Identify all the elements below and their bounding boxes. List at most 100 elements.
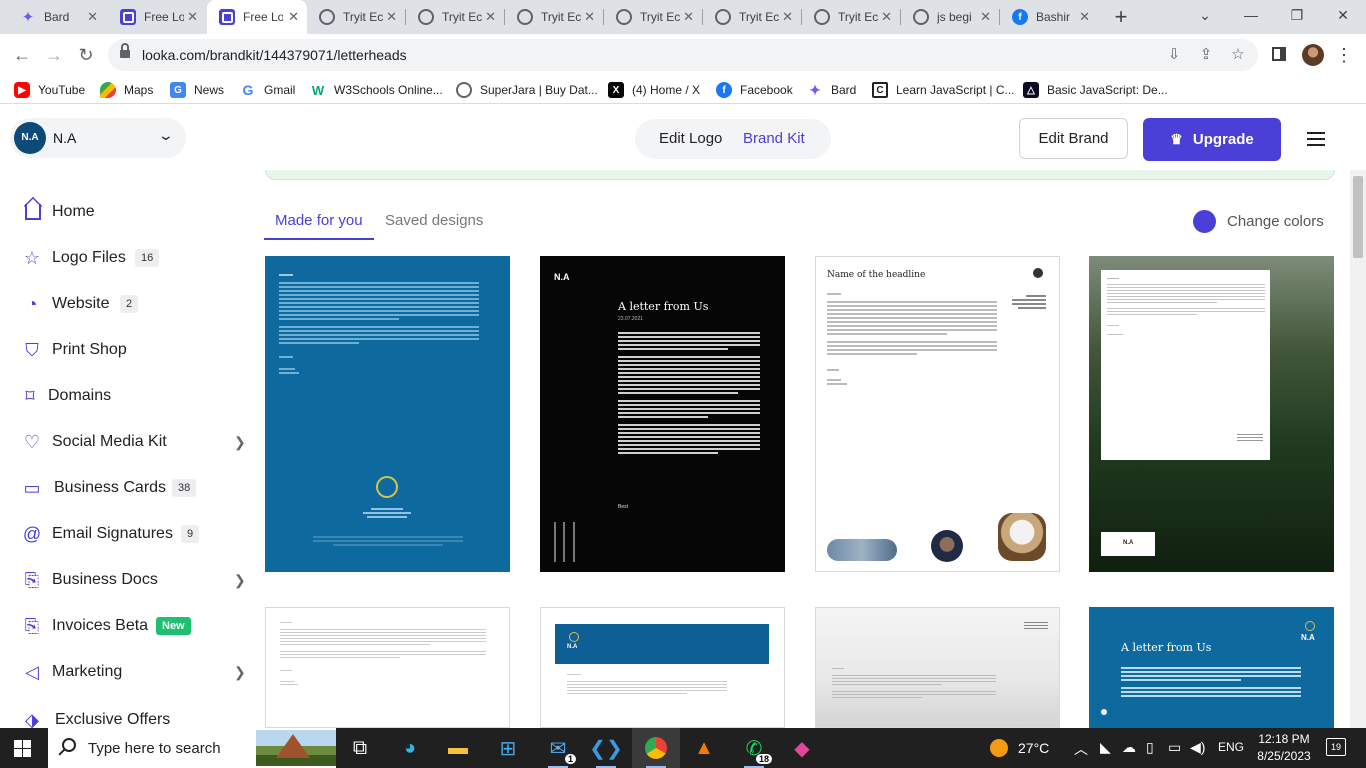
hamburger-menu-icon[interactable] (1307, 132, 1325, 146)
bookmark-superjara[interactable]: SuperJara | Buy Dat... (456, 80, 598, 100)
page-scrollbar[interactable] (1350, 170, 1366, 728)
bookmark-bard[interactable]: ✦ Bard (807, 80, 856, 100)
paint-icon[interactable]: ◆ (778, 728, 826, 768)
tab-search-chevron-icon[interactable]: ⌄ (1182, 0, 1228, 30)
close-icon[interactable]: ✕ (683, 9, 694, 25)
browser-tab[interactable]: Free Lo ✕ (108, 0, 206, 34)
sidebar-item-domains[interactable]: ⌑ Domains (0, 376, 262, 416)
close-icon[interactable]: ✕ (980, 9, 991, 25)
volume-icon[interactable]: ◀) (1190, 739, 1205, 756)
close-icon[interactable]: ✕ (485, 9, 496, 25)
clock-time[interactable]: 12:18 PM (1258, 732, 1310, 746)
edit-brand-button[interactable]: Edit Brand (1019, 118, 1128, 159)
language-indicator[interactable]: ENG (1218, 740, 1244, 754)
close-icon[interactable]: ✕ (187, 9, 198, 25)
file-explorer-icon[interactable]: ▬ (434, 728, 482, 768)
lock-icon[interactable] (120, 43, 130, 60)
vscode-icon[interactable]: ❮❯ (582, 728, 630, 768)
power-icon[interactable]: ▭ (1168, 739, 1181, 756)
browser-tab[interactable]: Tryit Ec ✕ (604, 0, 702, 34)
bookmark-basic-js[interactable]: △ Basic JavaScript: De... (1023, 80, 1168, 100)
bookmark-facebook[interactable]: f Facebook (716, 80, 793, 100)
browser-tab[interactable]: Tryit Ec ✕ (406, 0, 504, 34)
close-icon[interactable]: ✕ (782, 9, 793, 25)
bookmark-youtube[interactable]: ▶ YouTube (14, 80, 85, 100)
close-icon[interactable]: ✕ (881, 9, 892, 25)
letterhead-card[interactable]: N.A (540, 607, 785, 728)
whatsapp-icon[interactable]: ✆ 18 (730, 728, 778, 768)
edge-icon[interactable]: ◕ (386, 728, 434, 768)
sidebar-item-exclusive-offers[interactable]: ⬗ Exclusive Offers (0, 700, 262, 728)
letterhead-card[interactable]: N.A (1089, 256, 1334, 572)
share-icon[interactable]: ⇪ (1196, 45, 1216, 65)
task-view-icon[interactable]: ⧉ (336, 728, 384, 768)
network-icon[interactable]: ◣ (1100, 739, 1111, 756)
letterhead-card[interactable] (265, 607, 510, 728)
close-icon[interactable]: ✕ (584, 9, 595, 25)
sidebar-item-marketing[interactable]: ◁ Marketing ❯ (0, 652, 262, 692)
back-button[interactable]: ← (9, 42, 35, 68)
chevron-up-icon[interactable]: ︿ (1074, 739, 1088, 759)
side-panel-icon[interactable] (1272, 47, 1286, 61)
close-icon[interactable]: ✕ (87, 9, 98, 25)
sidebar-item-home[interactable]: Home (0, 192, 262, 232)
scrollbar-thumb[interactable] (1353, 176, 1363, 258)
change-colors-button[interactable]: Change colors (1193, 209, 1324, 233)
bookmark-gmail[interactable]: G Gmail (240, 80, 296, 100)
vlc-icon[interactable]: ▲ (680, 728, 728, 768)
browser-menu-icon[interactable]: ⋮ (1334, 42, 1354, 68)
store-icon[interactable]: ⊞ (484, 728, 532, 768)
close-icon[interactable]: ✕ (386, 9, 397, 25)
weather-widget[interactable]: 27°C (990, 738, 1049, 758)
reload-button[interactable]: ↻ (73, 42, 99, 68)
windows-start-icon[interactable] (14, 740, 31, 757)
clock-date[interactable]: 8/25/2023 (1254, 749, 1314, 763)
sidebar-item-business-cards[interactable]: ▭ Business Cards 38 (0, 468, 262, 508)
forward-button[interactable]: → (41, 42, 67, 68)
bookmark-star-icon[interactable]: ☆ (1228, 45, 1248, 65)
browser-tab[interactable]: Tryit Ec ✕ (703, 0, 801, 34)
sidebar-item-business-docs[interactable]: ⎘ Business Docs ❯ (0, 560, 262, 600)
close-window-button[interactable]: ✕ (1320, 0, 1366, 30)
letterhead-card[interactable]: A letter from Us N.A (1089, 607, 1334, 728)
letterhead-card[interactable] (815, 607, 1060, 728)
browser-tab[interactable]: js begi ✕ (901, 0, 999, 34)
maximize-button[interactable]: ❐ (1274, 0, 1320, 30)
sidebar-item-social-media-kit[interactable]: ♡ Social Media Kit ❯ (0, 422, 262, 462)
tab-brand-kit[interactable]: Brand Kit (743, 130, 805, 147)
letterhead-card[interactable]: N.A A letter from Us 23.07.2021 Best (540, 256, 785, 572)
sidebar-item-print-shop[interactable]: ⛉ Print Shop (0, 330, 262, 370)
browser-tab[interactable]: Tryit Ec ✕ (307, 0, 405, 34)
bookmark-learn-js[interactable]: C Learn JavaScript | C... (872, 80, 1015, 100)
url-text[interactable]: looka.com/brandkit/144379071/letterheads (142, 47, 407, 63)
tab-saved-designs[interactable]: Saved designs (385, 202, 483, 229)
address-bar[interactable]: looka.com/brandkit/144379071/letterheads… (108, 39, 1258, 71)
minimize-button[interactable]: — (1228, 0, 1274, 30)
battery-icon[interactable]: ▯ (1146, 739, 1154, 756)
close-icon[interactable]: ✕ (288, 9, 299, 25)
taskbar-search[interactable]: Type here to search (48, 728, 336, 768)
close-icon[interactable]: ✕ (1079, 9, 1090, 25)
tab-made-for-you[interactable]: Made for you (264, 202, 374, 240)
bookmark-news[interactable]: G News (170, 80, 224, 100)
bookmark-w3schools[interactable]: W W3Schools Online... (310, 80, 443, 100)
browser-tab[interactable]: f Bashir ✕ (1000, 0, 1098, 34)
tab-edit-logo[interactable]: Edit Logo (659, 130, 722, 147)
bookmark-x[interactable]: X (4) Home / X (608, 80, 700, 100)
browser-tab[interactable]: Tryit Ec ✕ (802, 0, 900, 34)
sidebar-item-website[interactable]: ◔ Website 2 (0, 284, 262, 324)
profile-avatar[interactable] (1302, 44, 1324, 66)
chrome-icon[interactable] (632, 728, 680, 768)
sidebar-item-invoices[interactable]: ⎘ Invoices Beta New (0, 606, 262, 646)
upgrade-button[interactable]: ♛ Upgrade (1143, 118, 1281, 161)
sidebar-item-logo-files[interactable]: ☆ Logo Files 16 (0, 238, 262, 278)
mail-icon[interactable]: ✉ 1 (534, 728, 582, 768)
notifications-icon[interactable]: 19 (1326, 738, 1346, 756)
letterhead-card[interactable]: Name of the headline (815, 256, 1060, 572)
new-tab-button[interactable]: + (1110, 4, 1132, 30)
sidebar-item-email-signatures[interactable]: @ Email Signatures 9 (0, 514, 262, 554)
browser-tab[interactable]: ✦ Bard ✕ (8, 0, 106, 34)
install-app-icon[interactable]: ⇩ (1164, 45, 1184, 65)
letterhead-card[interactable] (265, 256, 510, 572)
cloud-icon[interactable]: ☁ (1122, 739, 1136, 756)
